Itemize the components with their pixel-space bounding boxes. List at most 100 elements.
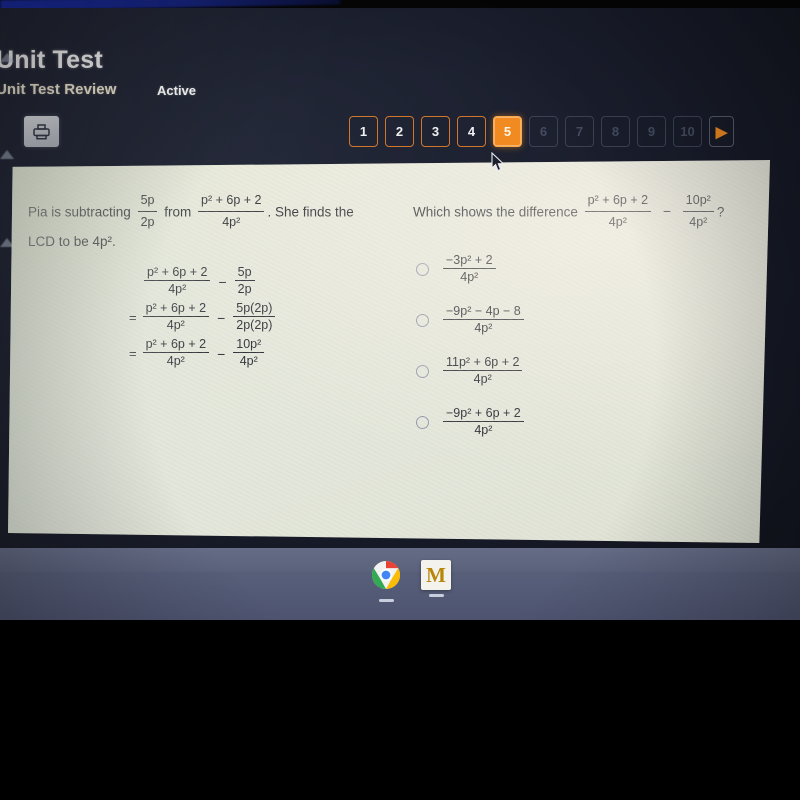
answer-choice-3[interactable]: 11p² + 6p + 2 4p² [416, 355, 525, 387]
photo-dark-background [0, 620, 800, 800]
stem-text-1: Pia is subtracting [28, 204, 131, 220]
taskbar-icons: M [368, 560, 454, 602]
fraction-denominator: 4p² [460, 270, 479, 284]
stem-fraction-poly: p² + 6p + 2 4p² [198, 191, 265, 233]
answer-prompt-text: Which shows the difference [413, 204, 578, 220]
work-step-3: = p² + 6p + 2 4p² − 10p² 4p² [129, 337, 278, 369]
fraction-numerator: 10p² [233, 337, 265, 353]
work-step-2: = p² + 6p + 2 4p² − 5p(2p) 2p(2p) [129, 301, 278, 333]
pager-item-6[interactable]: 6 [529, 116, 558, 147]
work-fraction-left: p² + 6p + 2 4p² [142, 301, 210, 332]
mouse-cursor-icon [491, 151, 506, 178]
fraction-numerator: 5p [234, 265, 255, 281]
work-operator: − [218, 273, 227, 290]
next-question-arrow-icon[interactable]: ▶ [709, 116, 734, 147]
taskbar-running-indicator [378, 599, 394, 602]
fraction-denominator: 4p² [689, 215, 708, 230]
pager-item-2[interactable]: 2 [385, 116, 414, 147]
question-pager[interactable]: 1 2 3 4 5 6 7 8 9 10 ▶ [349, 116, 734, 147]
choice-fraction: −9p² + 6p + 2 4p² [443, 406, 524, 437]
answer-choice-2[interactable]: −9p² − 4p − 8 4p² [416, 304, 527, 336]
chrome-icon[interactable] [371, 560, 401, 595]
work-fraction-right: 5p(2p) 2p(2p) [233, 301, 276, 332]
work-operator: − [217, 345, 226, 362]
pager-item-7[interactable]: 7 [565, 116, 594, 147]
fraction-numerator: −3p² + 2 [443, 253, 496, 269]
fraction-denominator: 4p² [166, 354, 185, 368]
fraction-numerator: 5p [137, 191, 158, 213]
question-stem: Pia is subtracting 5p 2p from p² + 6p + … [28, 192, 398, 234]
laptop-screen-photo: Unit Test Unit Test Review Active 1 2 3 … [0, 0, 800, 800]
work-step-1: p² + 6p + 2 4p² − 5p 2p [138, 265, 278, 297]
work-fraction-right: 10p² 4p² [233, 337, 265, 368]
choice-fraction: −9p² − 4p − 8 4p² [443, 304, 524, 335]
fraction-denominator: 4p² [473, 372, 492, 386]
printer-icon [32, 123, 51, 140]
work-fraction-right: 5p 2p [234, 265, 255, 296]
taskbar-item-m-app[interactable]: M [418, 560, 454, 597]
fraction-numerator: p² + 6p + 2 [198, 191, 265, 213]
pager-item-5-current[interactable]: 5 [493, 116, 522, 147]
radio-button-icon[interactable] [416, 314, 429, 327]
edge-marker-2 [0, 150, 14, 159]
fraction-numerator: −9p² + 6p + 2 [443, 406, 524, 422]
fraction-denominator: 4p² [474, 423, 493, 437]
pager-item-8[interactable]: 8 [601, 116, 630, 147]
test-name-label: Unit Test Review [0, 81, 117, 98]
fraction-denominator: 4p² [222, 215, 241, 230]
fraction-numerator: −9p² − 4p − 8 [443, 304, 524, 320]
question-content-panel: Pia is subtracting 5p 2p from p² + 6p + … [8, 160, 770, 543]
fraction-numerator: p² + 6p + 2 [142, 301, 210, 317]
print-button[interactable] [24, 116, 59, 147]
fraction-denominator: 4p² [608, 215, 627, 230]
stem-text-3: . She finds the [267, 204, 354, 220]
fraction-denominator: 2p [140, 215, 155, 230]
stem-fraction-5p-2p: 5p 2p [137, 191, 158, 233]
fraction-denominator: 2p [237, 282, 252, 296]
fraction-denominator: 4p² [474, 321, 493, 335]
radio-button-icon[interactable] [416, 365, 429, 378]
fraction-numerator: p² + 6p + 2 [144, 265, 211, 281]
answer-choice-1[interactable]: −3p² + 2 4p² [416, 253, 499, 285]
pager-item-1[interactable]: 1 [349, 116, 378, 147]
work-equals: = [129, 310, 137, 325]
fraction-denominator: 4p² [239, 354, 258, 368]
work-fraction-left: p² + 6p + 2 4p² [142, 337, 210, 368]
fraction-denominator: 4p² [168, 282, 187, 296]
answer-choice-4[interactable]: −9p² + 6p + 2 4p² [416, 406, 527, 438]
choice-fraction: −3p² + 2 4p² [443, 253, 496, 284]
m-app-icon[interactable]: M [421, 560, 451, 590]
fraction-numerator: p² + 6p + 2 [584, 191, 652, 213]
question-stem-line2: LCD to be 4p². [28, 234, 116, 249]
work-equals: = [129, 346, 137, 361]
radio-button-icon[interactable] [416, 263, 429, 276]
os-taskbar: M [0, 548, 800, 620]
fraction-numerator: 5p(2p) [233, 301, 276, 317]
fraction-denominator: 2p(2p) [236, 318, 273, 332]
pager-item-4[interactable]: 4 [457, 116, 486, 147]
student-work: p² + 6p + 2 4p² − 5p 2p = p² + 6p + 2 4p… [129, 265, 278, 374]
pager-item-9[interactable]: 9 [637, 116, 666, 147]
radio-button-icon[interactable] [416, 416, 429, 429]
fraction-denominator: 4p² [166, 318, 185, 332]
prompt-fraction-left: p² + 6p + 2 4p² [584, 191, 652, 233]
page-title: Unit Test [0, 46, 103, 74]
work-fraction-left: p² + 6p + 2 4p² [144, 265, 211, 296]
pager-item-10[interactable]: 10 [673, 116, 702, 147]
fraction-numerator: p² + 6p + 2 [142, 337, 210, 353]
fraction-numerator: 11p² + 6p + 2 [443, 355, 523, 371]
choice-fraction: 11p² + 6p + 2 4p² [443, 355, 523, 386]
taskbar-running-indicator [428, 594, 444, 597]
stem-text-2: from [164, 204, 192, 220]
answer-prompt: Which shows the difference p² + 6p + 2 4… [413, 192, 743, 234]
edge-marker-1 [0, 53, 14, 62]
test-page-screen: Unit Test Unit Test Review Active 1 2 3 … [0, 8, 800, 556]
status-badge: Active [157, 83, 197, 98]
prompt-operator: − [662, 203, 672, 220]
fraction-numerator: 10p² [682, 191, 714, 213]
prompt-question-mark: ? [716, 204, 725, 220]
taskbar-item-chrome[interactable] [368, 560, 404, 602]
prompt-fraction-right: 10p² 4p² [682, 191, 714, 233]
work-operator: − [217, 309, 226, 326]
pager-item-3[interactable]: 3 [421, 116, 450, 147]
